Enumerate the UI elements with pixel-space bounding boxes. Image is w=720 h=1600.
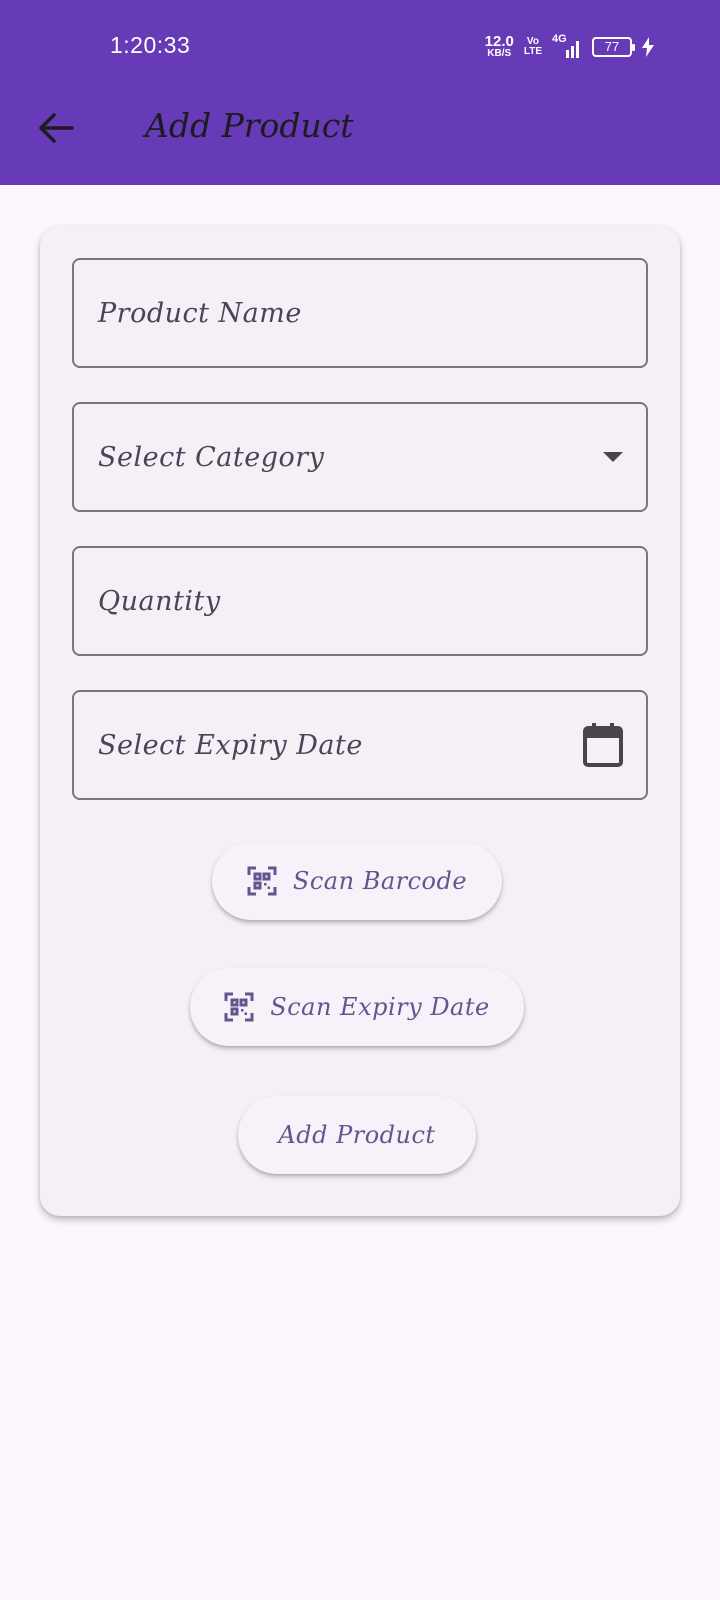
network-speed-unit: KB/S [487,48,512,59]
quantity-placeholder: Quantity [98,585,221,617]
add-product-label: Add Product [278,1121,436,1149]
category-dropdown[interactable]: Select Category [72,402,648,512]
add-product-form-card: Product Name Select Category Quantity Se… [40,226,680,1216]
scan-barcode-button[interactable]: Scan Barcode [212,842,502,920]
scan-expiry-date-button[interactable]: Scan Expiry Date [190,968,524,1046]
status-time: 1:20:33 [110,32,191,58]
charging-icon [642,36,654,57]
battery-level: 77 [604,39,620,54]
network-speed: 12.0 KB/S [485,34,514,59]
scan-barcode-label: Scan Barcode [292,867,468,895]
scan-expiry-date-label: Scan Expiry Date [270,993,490,1021]
product-name-field[interactable]: Product Name [72,258,648,368]
volte-bottom: LTE [523,45,542,57]
quantity-field[interactable]: Quantity [72,546,648,656]
page-title: Add Product [145,106,354,145]
app-bar: 1:20:33 12.0 KB/S Vo LTE 4G 77 Add Produ… [0,0,720,185]
expiry-date-placeholder: Select Expiry Date [98,729,363,761]
signal-icon: 4G [552,32,582,58]
volte-top: Vo [526,35,539,47]
dropdown-arrow-icon [602,451,624,463]
category-placeholder: Select Category [98,441,325,473]
battery-icon: 77 [592,36,635,57]
qr-scan-icon [247,866,277,896]
network-type: 4G [552,32,567,45]
arrow-back-icon [39,113,74,143]
qr-scan-icon [224,992,254,1022]
product-name-placeholder: Product Name [98,297,302,329]
network-speed-value: 12.0 [484,33,514,50]
volte-indicator: Vo LTE [523,35,542,57]
expiry-date-field[interactable]: Select Expiry Date [72,690,648,800]
status-icons: 12.0 KB/S Vo LTE 4G 77 [485,32,654,59]
back-button[interactable] [34,106,78,150]
add-product-button[interactable]: Add Product [238,1096,476,1174]
calendar-icon[interactable] [582,722,624,768]
